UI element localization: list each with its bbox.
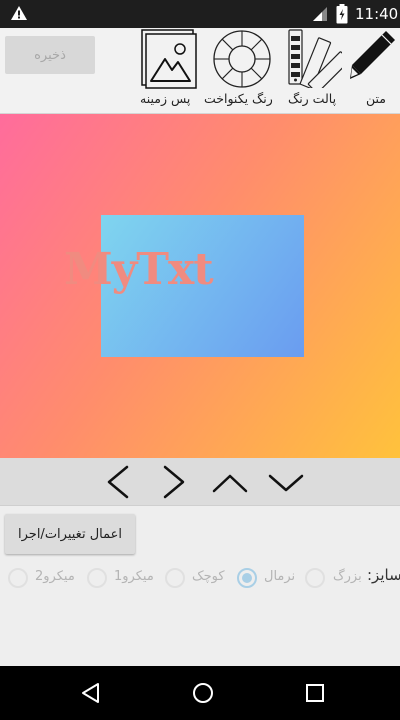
canvas-text[interactable]: MyTxt	[64, 244, 214, 295]
warning-icon	[11, 6, 27, 20]
image-icon	[141, 29, 197, 89]
arrow-right-icon[interactable]	[156, 464, 192, 500]
status-bar: 11:40	[0, 0, 400, 28]
tool-solid-color-label: رنگ یکنواخت	[204, 91, 273, 106]
radio-micro2[interactable]	[8, 568, 28, 588]
tool-text-label: متن	[366, 91, 386, 106]
radio-micro1[interactable]	[87, 568, 107, 588]
arrow-down-icon[interactable]	[268, 464, 304, 500]
radio-micro2-label: میکرو2	[35, 569, 75, 584]
size-label: سایز:	[367, 566, 400, 584]
tool-text[interactable]: متن	[346, 28, 400, 114]
size-options: سایز: بزرگ نرمال کوچک میکرو1 میکرو2	[0, 564, 400, 594]
tool-solid-color[interactable]: رنگ یکنواخت	[204, 28, 284, 114]
tool-background[interactable]: پس زمینه	[138, 28, 200, 114]
move-controls	[0, 458, 400, 506]
save-button[interactable]: ذخیره	[5, 36, 95, 74]
navigation-bar	[0, 666, 400, 720]
home-icon[interactable]	[190, 680, 216, 706]
apply-changes-button[interactable]: اعمال تغییرات/اجرا	[5, 514, 135, 554]
toolbar: ذخیره پس زمینه رنگ یکنواخت پالت رنگ متن	[0, 28, 400, 114]
arrow-up-icon[interactable]	[212, 464, 248, 500]
status-clock: 11:40	[355, 5, 399, 23]
radio-small[interactable]	[165, 568, 185, 588]
pencil-icon	[350, 31, 395, 79]
signal-icon	[313, 7, 327, 21]
battery-icon	[336, 4, 348, 24]
back-icon[interactable]	[78, 680, 104, 706]
radio-normal[interactable]	[237, 568, 257, 588]
color-palette-icon	[288, 29, 342, 88]
radio-normal-label: نرمال	[264, 569, 296, 584]
tool-color-palette[interactable]: پالت رنگ	[286, 28, 342, 114]
recents-icon[interactable]	[302, 680, 328, 706]
radio-small-label: کوچک	[192, 569, 225, 584]
arrow-left-icon[interactable]	[100, 464, 136, 500]
radio-micro1-label: میکرو1	[114, 569, 154, 584]
tool-color-palette-label: پالت رنگ	[288, 91, 337, 106]
color-wheel-icon	[213, 30, 271, 88]
design-canvas[interactable]: MyTxt	[0, 114, 400, 458]
radio-large[interactable]	[305, 568, 325, 588]
tool-background-label: پس زمینه	[140, 91, 191, 106]
radio-large-label: بزرگ	[333, 569, 362, 584]
